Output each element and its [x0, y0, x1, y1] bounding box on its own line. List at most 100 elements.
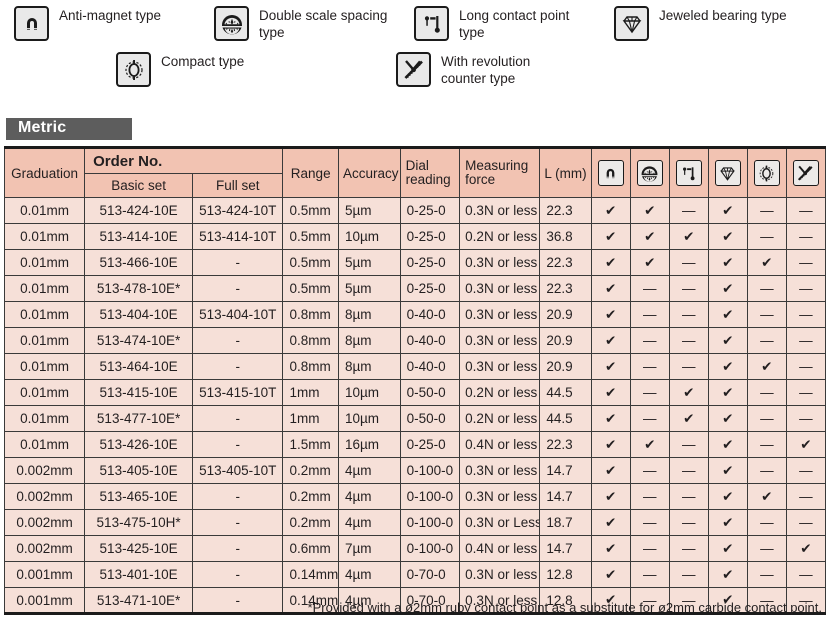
cell-full-set: - [192, 249, 284, 276]
cell-accuracy: 5µm [337, 249, 401, 276]
cell-mark-revolution-counter: — [785, 483, 827, 510]
cell-length: 22.3 [539, 275, 592, 302]
cell-mark-jeweled-bearing: ✔ [707, 249, 748, 276]
cell-basic-set: 513-401-10E [84, 561, 194, 588]
cell-accuracy: 10µm [337, 223, 401, 250]
cell-accuracy: 8µm [337, 353, 401, 380]
cell-full-set: 513-415-10T [192, 379, 284, 406]
cell-mark-long-contact-point: — [668, 483, 709, 510]
cell-mark-long-contact-point: — [668, 301, 709, 328]
cell-graduation: 0.01mm [3, 431, 86, 458]
long-contact-point-icon [675, 160, 702, 186]
cell-mark-double-scale-spacing: ✔ [629, 249, 670, 276]
cell-length: 12.8 [539, 561, 592, 588]
cell-accuracy: 8µm [337, 327, 401, 354]
cell-dial-reading: 0-100-0 [399, 457, 461, 484]
cell-length: 14.7 [539, 483, 592, 510]
cell-accuracy: 8µm [337, 301, 401, 328]
cell-basic-set: 513-474-10E* [84, 327, 194, 354]
cell-mark-revolution-counter: ✔ [785, 431, 827, 458]
cell-accuracy: 5µm [337, 275, 401, 302]
cell-mark-long-contact-point: ✔ [668, 223, 709, 250]
cell-mark-anti-magnet: ✔ [590, 301, 631, 328]
cell-accuracy: 4µm [337, 483, 401, 510]
cell-mark-long-contact-point: — [668, 249, 709, 276]
cell-range: 1mm [282, 379, 339, 406]
cell-graduation: 0.01mm [3, 197, 86, 224]
table-row: 0.002mm 513-425-10E -0.6mm 7µm 0-100-0 0.4N o… [3, 535, 827, 562]
cell-mark-compact: — [746, 379, 787, 406]
cell-full-set: 513-424-10T [192, 197, 284, 224]
cell-mark-jeweled-bearing: ✔ [707, 431, 748, 458]
cell-mark-jeweled-bearing: ✔ [707, 535, 748, 562]
cell-length: 20.9 [539, 353, 592, 380]
legend-item-jeweled-bearing: Jeweled bearing type [614, 6, 814, 41]
table-row: 0.01mm 513-415-10E 513-415-10T 1mm 10µm 0-50-… [3, 379, 827, 406]
cell-mark-compact: ✔ [746, 483, 787, 510]
cell-length: 22.3 [539, 249, 592, 276]
cell-basic-set: 513-415-10E [84, 379, 194, 406]
cell-mark-compact: — [746, 431, 787, 458]
cell-graduation: 0.01mm [3, 223, 86, 250]
legend-item-anti-magnet: Anti-magnet type [14, 6, 214, 41]
table-row: 0.01mm 513-426-10E -1.5mm 16µm 0-25-0 0.4N or… [3, 431, 827, 458]
cell-graduation: 0.01mm [3, 405, 86, 432]
cell-mark-compact: — [746, 327, 787, 354]
cell-mark-compact: — [746, 301, 787, 328]
table-row: 0.01mm 513-477-10E* -1mm 10µm 0-50-0 0.2N or … [3, 405, 827, 432]
legend-item-compact: Compact type [116, 52, 316, 87]
cell-length: 44.5 [539, 405, 592, 432]
cell-mark-jeweled-bearing: ✔ [707, 483, 748, 510]
cell-length: 14.7 [539, 535, 592, 562]
cell-mark-anti-magnet: ✔ [590, 457, 631, 484]
legend-item-double-scale-spacing: Double scale spacing type [214, 6, 414, 41]
cell-mark-revolution-counter: — [785, 509, 827, 536]
cell-mark-jeweled-bearing: ✔ [707, 197, 748, 224]
cell-dial-reading: 0-25-0 [399, 223, 461, 250]
header-dial-reading: Dial reading [399, 146, 461, 198]
cell-accuracy: 7µm [337, 535, 401, 562]
cell-accuracy: 5µm [337, 197, 401, 224]
cell-graduation: 0.01mm [3, 249, 86, 276]
cell-mark-compact: — [746, 535, 787, 562]
compact-icon [753, 160, 780, 186]
cell-dial-reading: 0-50-0 [399, 379, 461, 406]
cell-length: 18.7 [539, 509, 592, 536]
cell-mark-revolution-counter: — [785, 457, 827, 484]
cell-range: 0.14mm [282, 561, 339, 588]
header-row-top: Graduation Order No. Range Accuracy Dial… [3, 146, 827, 198]
cell-measuring-force: 0.2N or less [459, 379, 541, 406]
cell-length: 22.3 [539, 197, 592, 224]
cell-mark-compact: — [746, 223, 787, 250]
cell-mark-compact: ✔ [746, 353, 787, 380]
cell-full-set: - [192, 561, 284, 588]
cell-basic-set: 513-477-10E* [84, 405, 194, 432]
table-row: 0.01mm 513-466-10E -0.5mm 5µm 0-25-0 0.3N or … [3, 249, 827, 276]
cell-mark-anti-magnet: ✔ [590, 223, 631, 250]
legend-label: Jeweled bearing type [659, 8, 787, 23]
cell-mark-revolution-counter: — [785, 353, 827, 380]
cell-mark-anti-magnet: ✔ [590, 483, 631, 510]
cell-range: 0.2mm [282, 483, 339, 510]
header-icon-compact [746, 146, 787, 198]
cell-length: 14.7 [539, 457, 592, 484]
cell-mark-jeweled-bearing: ✔ [707, 405, 748, 432]
cell-mark-anti-magnet: ✔ [590, 249, 631, 276]
cell-dial-reading: 0-100-0 [399, 535, 461, 562]
legend-item-long-contact-point: Long contact point type [414, 6, 614, 41]
metric-section-banner: Metric [6, 118, 132, 140]
compact-icon [116, 52, 151, 87]
cell-basic-set: 513-465-10E [84, 483, 194, 510]
cell-range: 1mm [282, 405, 339, 432]
banner-label: Metric [18, 119, 67, 136]
cell-graduation: 0.002mm [3, 535, 86, 562]
cell-full-set: - [192, 327, 284, 354]
cell-dial-reading: 0-25-0 [399, 197, 461, 224]
cell-mark-long-contact-point: — [668, 353, 709, 380]
cell-length: 20.9 [539, 301, 592, 328]
cell-mark-anti-magnet: ✔ [590, 379, 631, 406]
cell-mark-long-contact-point: — [668, 327, 709, 354]
legend-label: Compact type [161, 54, 245, 69]
table-row: 0.01mm 513-404-10E 513-404-10T 0.8mm 8µm 0-40… [3, 301, 827, 328]
cell-measuring-force: 0.3N or less [459, 561, 541, 588]
